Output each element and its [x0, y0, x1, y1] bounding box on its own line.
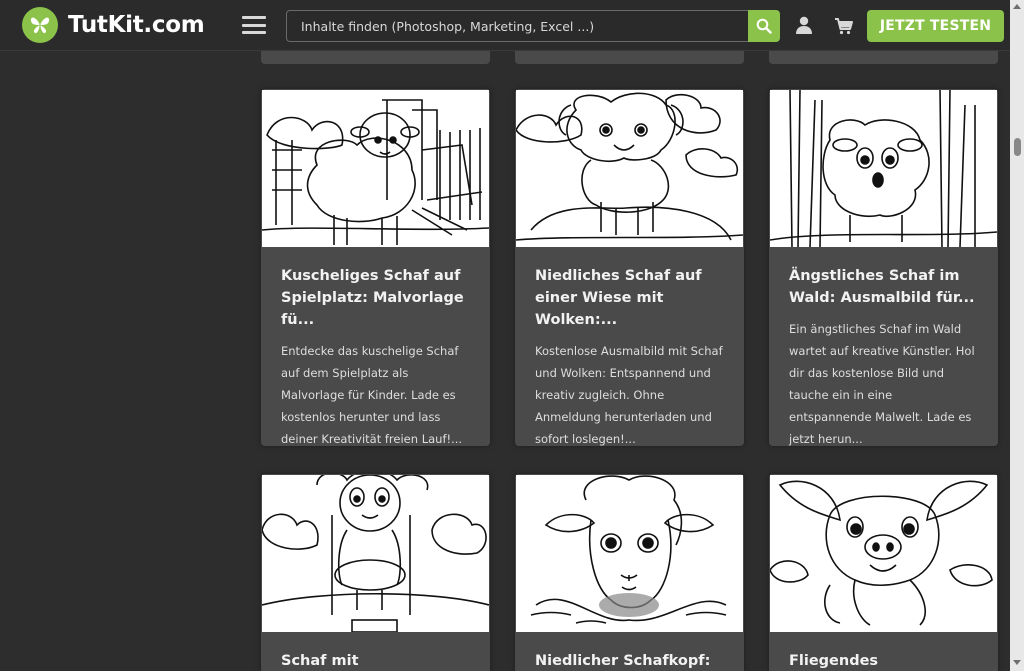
top-header: TutKit.com Inhalte finden (Photoshop, Ma… — [0, 0, 1010, 51]
logo-link[interactable]: TutKit.com — [22, 7, 205, 43]
user-account-button[interactable] — [794, 15, 814, 37]
card-description: Kostenlose Ausmalbild mit Schaf und Wolk… — [535, 344, 723, 446]
card-scared-sheep-forest[interactable]: Ängstliches Schaf im Wald: Ausmalbild fü… — [769, 89, 998, 446]
card-title: Fliegendes Schweinchen — [789, 653, 879, 669]
scroll-down-arrow-icon[interactable] — [1013, 660, 1021, 665]
card-description: Ein ängstliches Schaf im Wald wartet auf… — [789, 322, 975, 446]
card-title: Ängstliches Schaf im Wald: Ausmalbild fü… — [789, 268, 975, 306]
search-button[interactable] — [748, 10, 780, 42]
card-description: Entdecke das kuschelige Schaf auf dem Sp… — [281, 344, 463, 446]
scroll-up-arrow-icon[interactable] — [1013, 4, 1021, 9]
search-icon — [756, 18, 772, 34]
card-cute-sheep-head[interactable]: Niedlicher Schafkopf: — [515, 474, 744, 671]
card-title: Schaf mit Schwimmring — [281, 653, 359, 669]
scroll-thumb[interactable] — [1014, 138, 1021, 156]
card-sheep-meadow[interactable]: Niedliches Schaf auf einer Wiese mit Wol… — [515, 89, 744, 446]
card-flying-piglet[interactable]: Fliegendes Schweinchen — [769, 474, 998, 671]
card-title: Kuscheliges Schaf auf Spielplatz: Malvor… — [281, 268, 464, 328]
card-image — [770, 90, 997, 247]
card-partial[interactable] — [769, 51, 998, 64]
user-icon — [796, 16, 812, 34]
card-sheep-playground[interactable]: Kuscheliges Schaf auf Spielplatz: Malvor… — [261, 89, 490, 446]
card-title: Niedlicher Schafkopf: — [535, 653, 711, 669]
card-image — [770, 475, 997, 632]
cart-button[interactable] — [834, 16, 854, 36]
card-sheep-swim-ring[interactable]: Schaf mit Schwimmring — [261, 474, 490, 671]
card-image — [516, 475, 743, 632]
butterfly-logo-icon — [22, 7, 58, 43]
card-partial[interactable] — [261, 51, 490, 64]
search-bar — [286, 10, 780, 42]
page: TutKit.com Inhalte finden (Photoshop, Ma… — [0, 0, 1024, 671]
card-image — [262, 475, 489, 632]
try-now-button[interactable]: JETZT TESTEN — [867, 10, 1004, 42]
search-input[interactable] — [286, 10, 748, 42]
vertical-scrollbar[interactable] — [1010, 0, 1024, 671]
cart-icon — [835, 18, 853, 35]
card-image — [516, 90, 743, 247]
card-partial[interactable] — [515, 51, 744, 64]
hamburger-menu-icon[interactable] — [242, 16, 267, 34]
logo-text: TutKit.com — [68, 12, 205, 38]
card-image — [262, 90, 489, 247]
card-title: Niedliches Schaf auf einer Wiese mit Wol… — [535, 268, 702, 328]
